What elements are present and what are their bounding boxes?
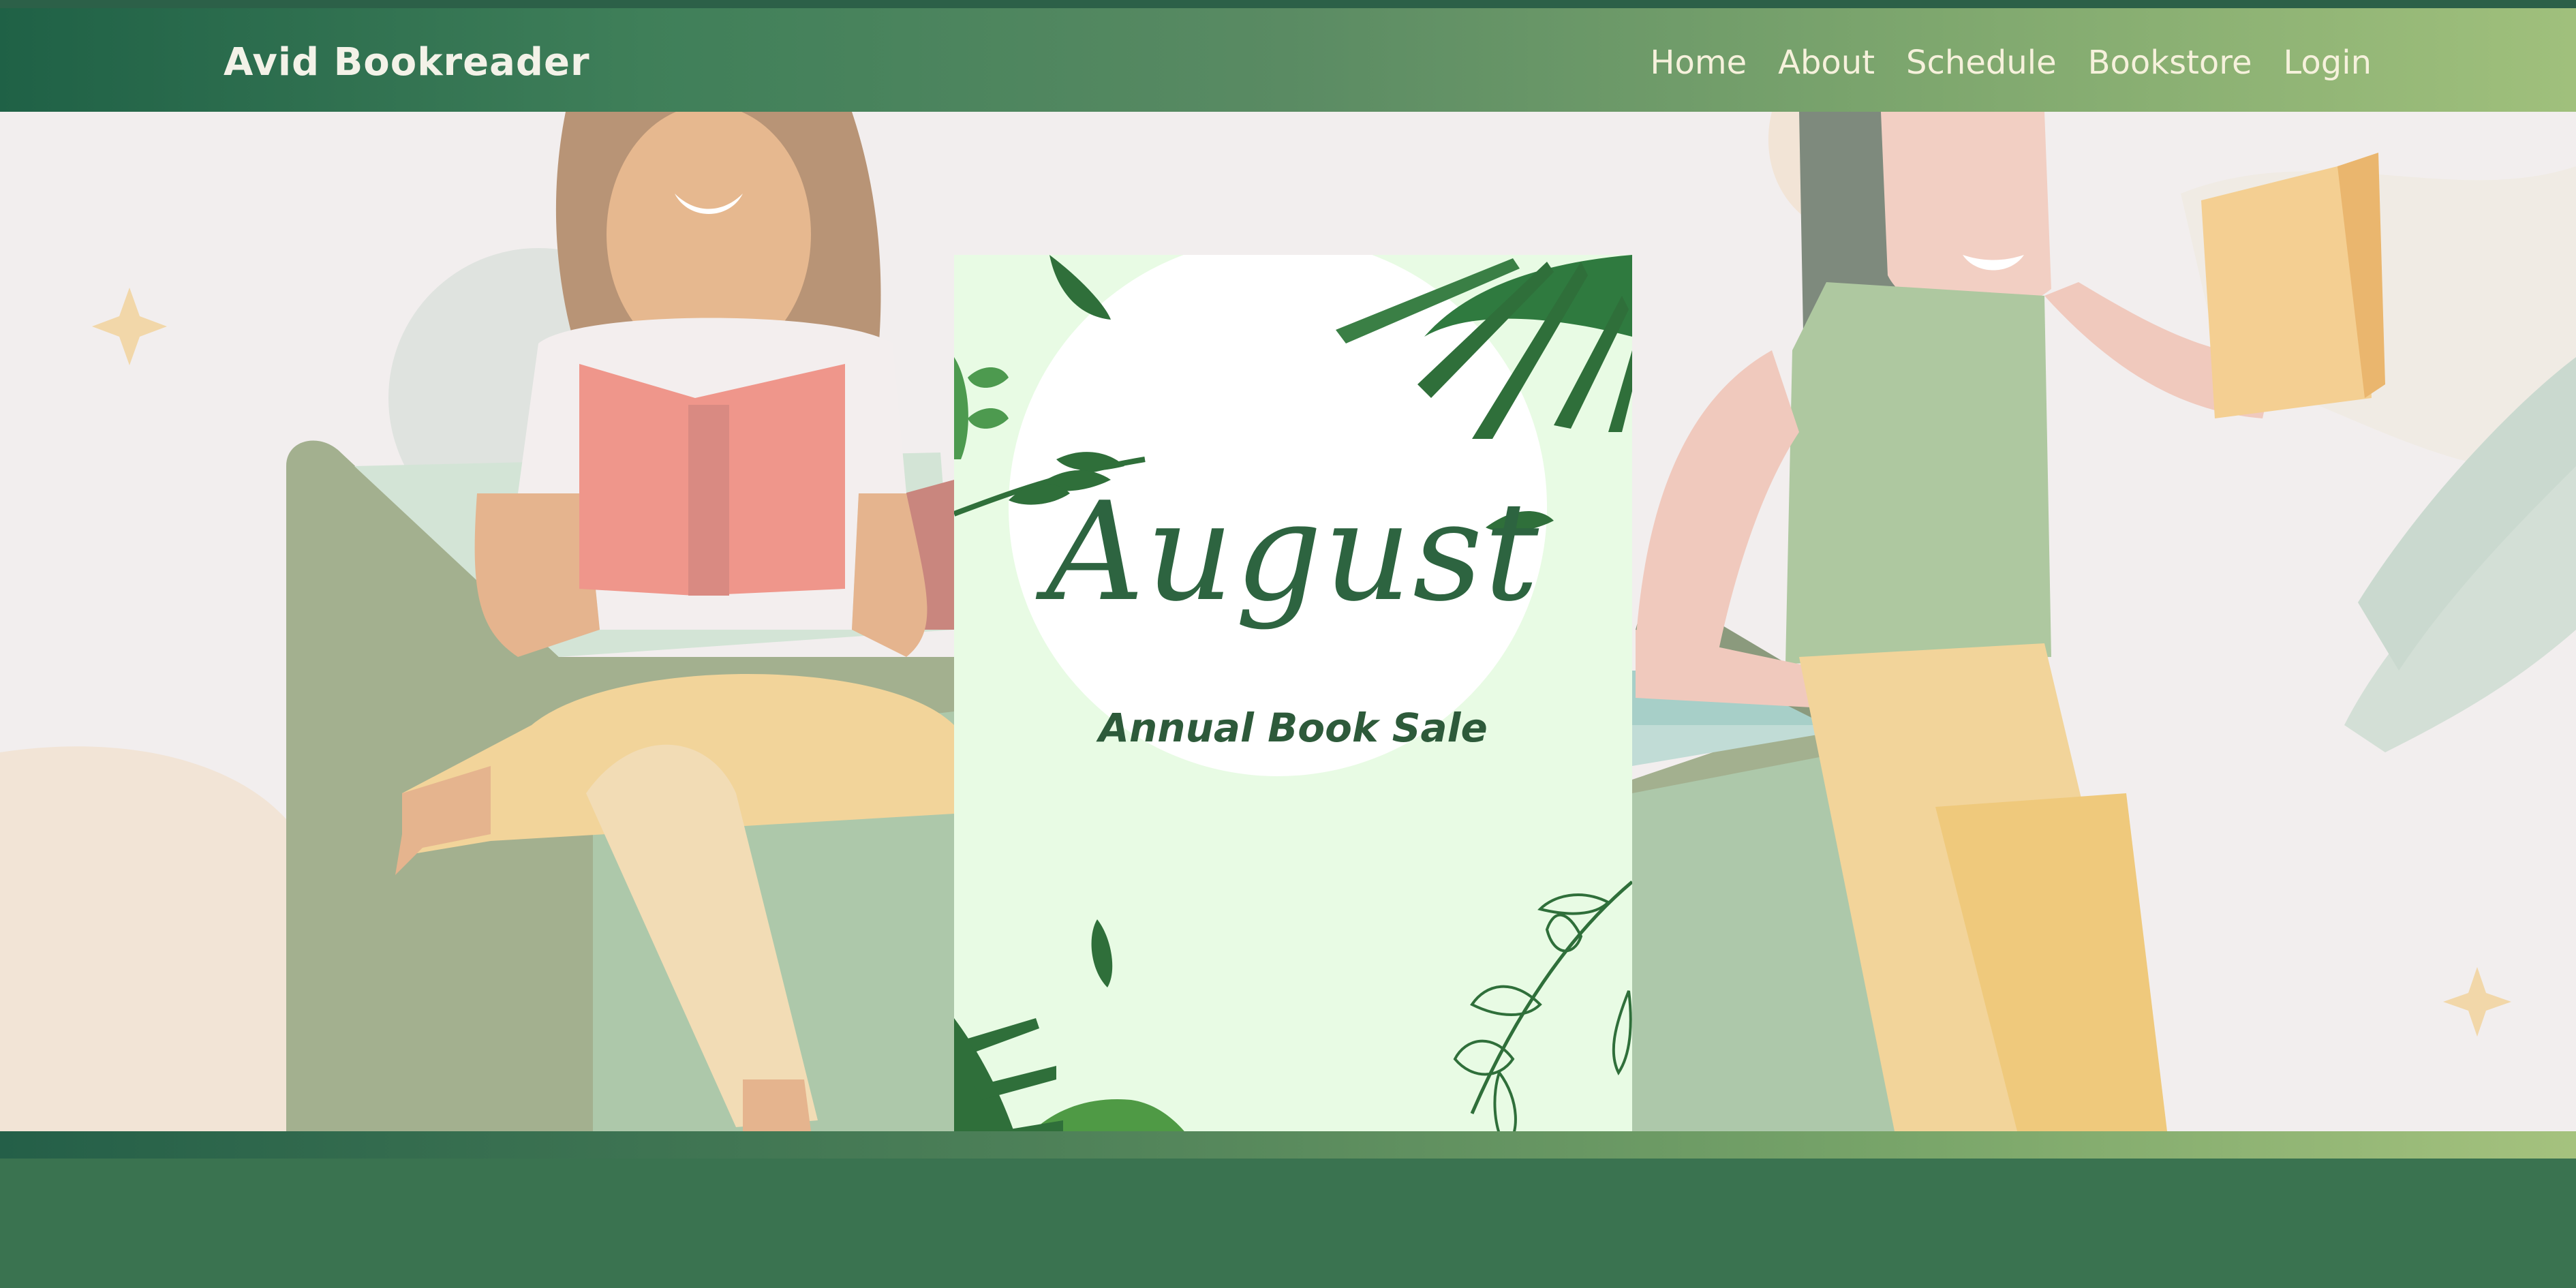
footer-band bbox=[0, 1131, 2576, 1159]
leaves-decoration bbox=[954, 255, 1632, 1131]
nav-login-link[interactable]: Login bbox=[2284, 29, 2372, 97]
nav-home-link[interactable]: Home bbox=[1650, 29, 1747, 97]
nav-about-link[interactable]: About bbox=[1778, 29, 1875, 97]
site-footer bbox=[0, 1159, 2576, 1288]
brand-logo[interactable]: Avid Bookreader bbox=[224, 29, 590, 97]
poster-title: August bbox=[1045, 473, 1541, 632]
nav-bookstore-link[interactable]: Bookstore bbox=[2088, 29, 2252, 97]
main-nav: Home About Schedule Bookstore Login bbox=[1650, 29, 2372, 97]
event-poster[interactable]: August Annual Book Sale bbox=[954, 255, 1632, 1131]
site-header: Avid Bookreader Home About Schedule Book… bbox=[0, 8, 2576, 112]
hero-section: August Annual Book Sale bbox=[0, 112, 2576, 1131]
top-strip bbox=[0, 0, 2576, 8]
nav-schedule-link[interactable]: Schedule bbox=[1906, 29, 2057, 97]
poster-subtitle: Annual Book Sale bbox=[1099, 705, 1488, 751]
